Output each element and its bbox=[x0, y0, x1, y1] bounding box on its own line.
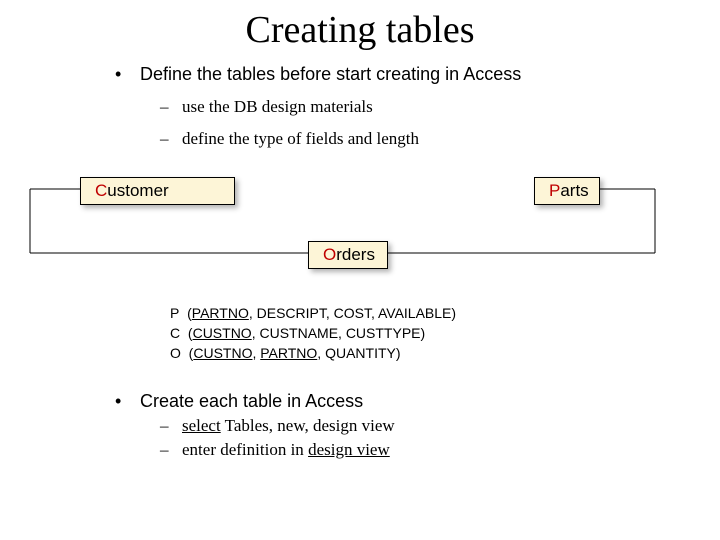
bullet-select-tables: select Tables, new, design view bbox=[160, 416, 720, 436]
bullet-create: Create each table in Access bbox=[110, 391, 720, 412]
bullet-define: Define the tables before start creating … bbox=[110, 64, 720, 85]
bullet-enter-definition: enter definition in design view bbox=[160, 440, 720, 460]
entity-parts: Parts bbox=[534, 177, 600, 205]
schema-row-o: O (CUSTNO, PARTNO, QUANTITY) bbox=[170, 343, 456, 363]
entity-orders: Orders bbox=[308, 241, 388, 269]
schema-c-key: CUSTNO bbox=[193, 325, 252, 341]
schema-o-key1: CUSTNO bbox=[193, 345, 252, 361]
entity-customer-accent: C bbox=[95, 181, 107, 200]
schema-row-p: P (PARTNO, DESCRIPT, COST, AVAILABLE) bbox=[170, 303, 456, 323]
entity-parts-label: arts bbox=[560, 181, 588, 200]
entity-orders-accent: O bbox=[323, 245, 336, 264]
schema-o-key2: PARTNO bbox=[260, 345, 317, 361]
select-underline: select bbox=[182, 416, 221, 435]
entity-customer-label: ustomer bbox=[107, 181, 168, 200]
entity-parts-accent: P bbox=[549, 181, 560, 200]
schema-row-c: C (CUSTNO, CUSTNAME, CUSTTYPE) bbox=[170, 323, 456, 343]
entity-customer: Customer bbox=[80, 177, 235, 205]
er-diagram: Customer Parts Orders P (PARTNO, DESCRIP… bbox=[0, 163, 720, 383]
design-view-underline: design view bbox=[308, 440, 390, 459]
bullet-define-fields: define the type of fields and length bbox=[160, 129, 720, 149]
bullet-use-materials: use the DB design materials bbox=[160, 97, 720, 117]
slide-title: Creating tables bbox=[0, 0, 720, 56]
schema-p-key: PARTNO bbox=[192, 305, 249, 321]
entity-orders-label: rders bbox=[336, 245, 375, 264]
schema-definitions: P (PARTNO, DESCRIPT, COST, AVAILABLE) C … bbox=[170, 303, 456, 363]
